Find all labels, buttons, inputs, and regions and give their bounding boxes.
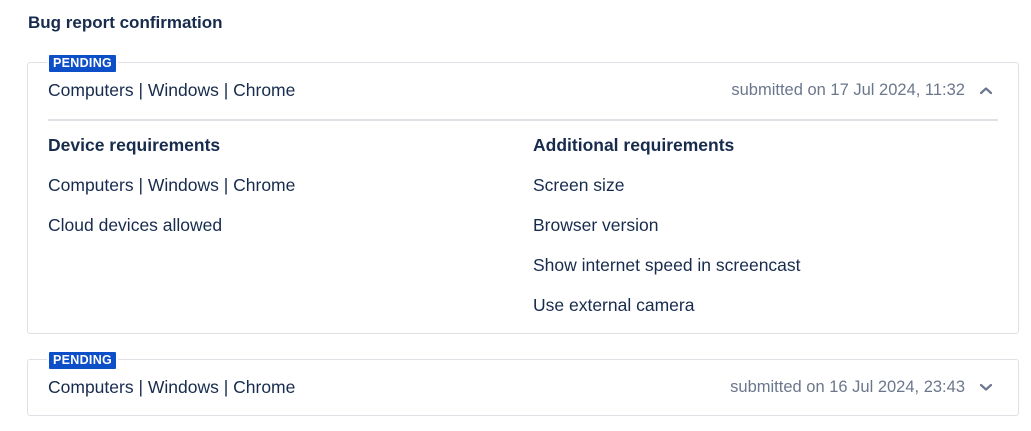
report-title: Computers | Windows | Chrome [48,80,296,100]
requirement-item: Computers | Windows | Chrome [48,175,296,195]
expand-toggle[interactable] [974,375,998,399]
status-badge: PENDING [47,53,119,74]
report-card: PENDING Computers | Windows | Chrome sub… [27,53,1019,334]
report-card-header[interactable]: Computers | Windows | Chrome submitted o… [48,375,998,399]
chevron-up-icon [979,86,993,94]
submitted-date: submitted on 17 Jul 2024, 11:32 [731,81,965,99]
card-divider [48,119,998,121]
device-requirements-section: Device requirements Computers | Windows … [48,134,295,254]
chevron-down-icon [979,383,993,391]
status-badge: PENDING [47,350,119,371]
report-meta: submitted on 16 Jul 2024, 23:43 [730,375,998,399]
report-card: PENDING Computers | Windows | Chrome sub… [27,350,1019,416]
device-requirements-heading: Device requirements [48,135,221,155]
requirement-item: Browser version [533,215,659,235]
report-card-header[interactable]: Computers | Windows | Chrome submitted o… [48,78,998,102]
collapse-toggle[interactable] [974,78,998,102]
additional-requirements-section: Additional requirements Screen size Brow… [533,134,801,334]
bug-report-page: Bug report confirmation PENDING Computer… [0,0,1031,431]
requirement-item: Cloud devices allowed [48,215,223,235]
additional-requirements-heading: Additional requirements [533,135,735,155]
page-title: Bug report confirmation [28,13,223,32]
requirement-item: Use external camera [533,295,695,315]
submitted-date: submitted on 16 Jul 2024, 23:43 [730,378,965,396]
report-title: Computers | Windows | Chrome [48,377,296,397]
requirement-item: Screen size [533,175,625,195]
requirement-item: Show internet speed in screencast [533,255,801,275]
report-meta: submitted on 17 Jul 2024, 11:32 [731,78,998,102]
